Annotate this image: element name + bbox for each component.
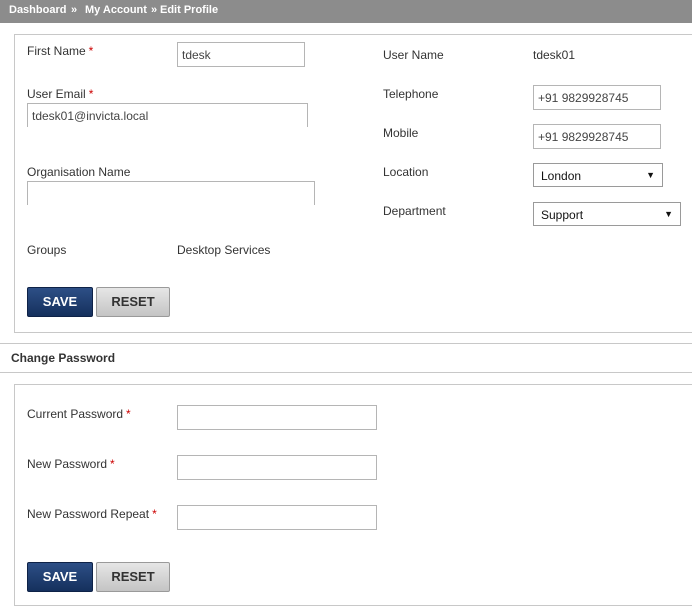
change-password-title: Change Password bbox=[11, 351, 116, 365]
required-marker: * bbox=[110, 457, 115, 471]
first-name-label-text: First Name bbox=[27, 44, 86, 58]
breadcrumb-dashboard[interactable]: Dashboard bbox=[9, 4, 66, 16]
save-password-button[interactable]: SAVE bbox=[27, 562, 93, 592]
new-password-label-text: New Password bbox=[27, 457, 108, 471]
groups-value: Desktop Services bbox=[177, 243, 271, 257]
first-name-label: First Name * bbox=[27, 44, 93, 58]
user-name-value: tdesk01 bbox=[533, 48, 576, 62]
required-marker: * bbox=[88, 44, 94, 58]
chevron-down-icon: ▼ bbox=[664, 209, 673, 219]
telephone-label: Telephone bbox=[383, 87, 439, 101]
new-password-repeat-input[interactable] bbox=[177, 505, 377, 530]
department-select[interactable]: Support ▼ bbox=[533, 202, 681, 226]
breadcrumb-separator: » bbox=[71, 4, 78, 16]
breadcrumb-my-account[interactable]: My Account bbox=[85, 4, 147, 16]
breadcrumb-edit-profile: Edit Profile bbox=[160, 4, 219, 16]
required-marker: * bbox=[152, 507, 157, 521]
new-password-label: New Password * bbox=[27, 457, 115, 471]
first-name-input[interactable] bbox=[177, 42, 305, 67]
organisation-name-input[interactable] bbox=[27, 181, 315, 205]
telephone-input[interactable] bbox=[533, 85, 661, 110]
current-password-label: Current Password * bbox=[27, 407, 131, 421]
groups-label: Groups bbox=[27, 243, 67, 257]
organisation-name-label: Organisation Name bbox=[27, 165, 131, 179]
breadcrumb-separator: » bbox=[151, 4, 158, 16]
location-label: Location bbox=[383, 165, 429, 179]
new-password-input[interactable] bbox=[177, 455, 377, 480]
new-password-repeat-label: New Password Repeat * bbox=[27, 507, 157, 521]
current-password-label-text: Current Password bbox=[27, 407, 124, 421]
user-email-input[interactable] bbox=[27, 103, 308, 127]
change-password-header: Change Password bbox=[0, 343, 692, 373]
department-selected-value: Support bbox=[541, 208, 584, 222]
location-selected-value: London bbox=[541, 169, 582, 183]
user-email-label-text: User Email bbox=[27, 87, 86, 101]
save-profile-button[interactable]: SAVE bbox=[27, 287, 93, 317]
new-password-repeat-label-text: New Password Repeat bbox=[27, 507, 150, 521]
current-password-input[interactable] bbox=[177, 405, 377, 430]
breadcrumb: Dashboard » My Account » Edit Profile bbox=[0, 0, 692, 23]
reset-profile-button[interactable]: RESET bbox=[96, 287, 170, 317]
mobile-label: Mobile bbox=[383, 126, 419, 140]
user-email-label: User Email * bbox=[27, 87, 93, 101]
chevron-down-icon: ▼ bbox=[646, 170, 655, 180]
reset-password-button[interactable]: RESET bbox=[96, 562, 170, 592]
user-name-label: User Name bbox=[383, 48, 444, 62]
location-select[interactable]: London ▼ bbox=[533, 163, 663, 187]
mobile-input[interactable] bbox=[533, 124, 661, 149]
required-marker: * bbox=[88, 87, 94, 101]
required-marker: * bbox=[126, 407, 131, 421]
department-label: Department bbox=[383, 204, 446, 218]
